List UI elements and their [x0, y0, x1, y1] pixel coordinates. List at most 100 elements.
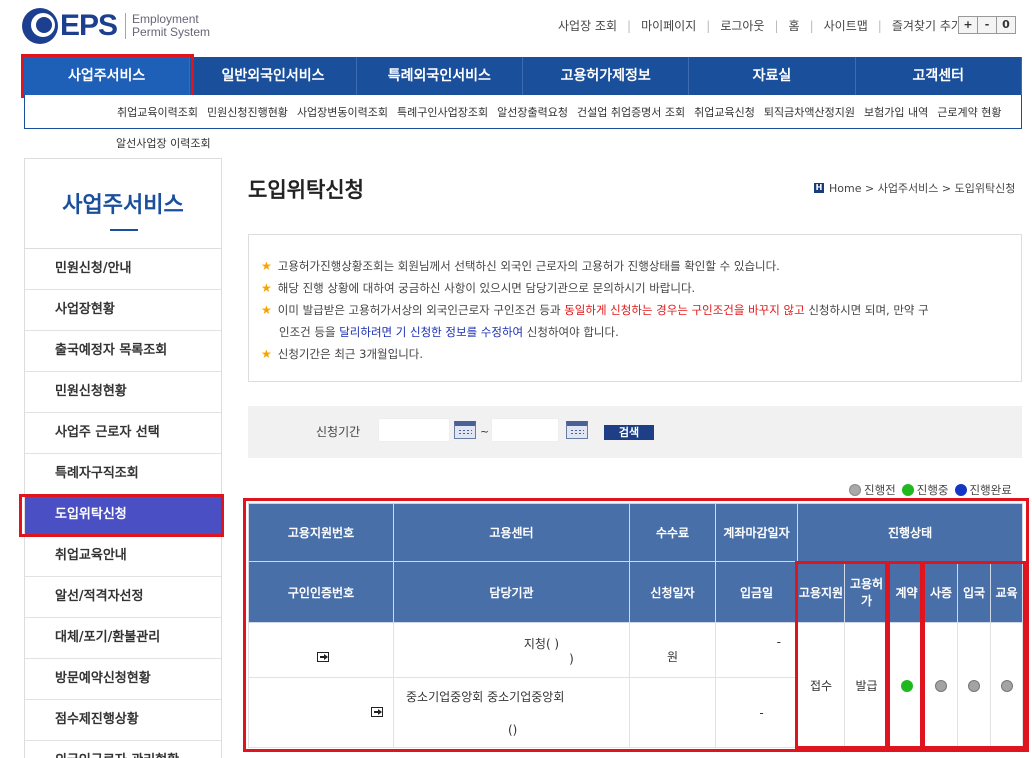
notice-text: 해당 진행 상황에 대하여 궁금하신 사항이 있으시면 담당기관으로 문의하시기…	[277, 281, 696, 295]
sidebar-item[interactable]: 민원신청/안내	[25, 249, 221, 290]
subnav-item[interactable]: 취업교육신청	[694, 104, 755, 120]
notice-text: 신청하여야 합니다.	[523, 325, 619, 339]
sidebar-item[interactable]: 사업장현황	[25, 290, 221, 331]
notice-text: 신청하시면 되며, 만약 구	[804, 303, 929, 317]
status-cell: 접수	[797, 622, 845, 748]
calendar-icon[interactable]	[454, 421, 476, 439]
status-before-icon	[935, 679, 947, 692]
nav-special-foreigner[interactable]: 특례외국인서비스	[357, 57, 523, 95]
application-table: 고용지원번호 고용센터 수수료 계좌마감일자 진행상태 구인인증번호 담당기관 …	[248, 503, 1024, 748]
notice-box: ★ 고용허가진행상황조회는 회원님께서 선택하신 외국인 근로자의 고용허가 진행…	[248, 234, 1022, 382]
col-header: 교육	[989, 561, 1024, 623]
table-cell: -	[715, 677, 798, 748]
status-cell: 발급	[844, 622, 889, 748]
logo-text: EPS	[60, 9, 118, 42]
sidebar: 사업주서비스 민원신청/안내 사업장현황 출국예정자 목록조회 민원신청현황 사…	[24, 158, 222, 758]
go-icon[interactable]	[317, 652, 329, 662]
col-header: 고용지원번호	[248, 503, 394, 562]
home-icon: H	[814, 183, 824, 193]
subnav-item[interactable]: 알선장출력요청	[497, 104, 568, 120]
util-link-home[interactable]: 홈	[779, 17, 810, 34]
util-link-mypage[interactable]: 마이페이지	[631, 17, 706, 34]
status-cell	[957, 622, 991, 748]
sidebar-item[interactable]: 알선/적격자선정	[25, 577, 221, 618]
subnav-item[interactable]: 민원신청진행현황	[207, 104, 288, 120]
table-cell: -	[715, 622, 798, 678]
agency-name: 중소기업중앙회 중소기업중앙회	[406, 690, 565, 704]
zoom-controls: + - 0	[958, 16, 1016, 34]
search-bar: 신청기간 ~ 검색	[248, 406, 1022, 458]
sidebar-item[interactable]: 방문예약신청현황	[25, 659, 221, 700]
subnav-item[interactable]: 취업교육이력조회	[117, 104, 198, 120]
sidebar-item[interactable]: 특례자구직조회	[25, 454, 221, 495]
period-label: 신청기간	[316, 425, 361, 439]
table-cell	[629, 677, 716, 748]
nav-resources[interactable]: 자료실	[689, 57, 856, 95]
subnav-item[interactable]: 특례구인사업장조회	[397, 104, 488, 120]
nav-general-foreigner[interactable]: 일반외국인서비스	[190, 57, 357, 95]
zoom-out-button[interactable]: -	[977, 16, 997, 34]
go-icon[interactable]	[371, 706, 383, 717]
subnav-item[interactable]: 사업장변동이력조회	[297, 104, 388, 120]
notice-text-blue: 달리하려면 기 신청한 정보를 수정하여	[339, 325, 524, 339]
sidebar-item-active[interactable]: 도입위탁신청	[25, 495, 221, 536]
util-link-sitemap[interactable]: 사이트맵	[814, 17, 878, 34]
sidebar-item[interactable]: 점수제진행상황	[25, 700, 221, 741]
end-date-input[interactable]	[491, 418, 559, 442]
sidebar-item[interactable]: 민원신청현황	[25, 372, 221, 413]
sub-nav: 취업교육이력조회 민원신청진행현황 사업장변동이력조회 특례구인사업장조회 알선…	[24, 95, 1022, 129]
search-button[interactable]: 검색	[604, 425, 654, 440]
zoom-reset-button[interactable]: 0	[996, 16, 1016, 34]
page-title: 도입위탁신청	[248, 178, 364, 202]
notice-text: 이미 발급받은 고용허가서상의 외국인근로자 구인조건 등과	[277, 303, 565, 317]
subnav-item-placement-history[interactable]: 알선사업장 이력조회	[116, 135, 211, 151]
status-cell	[888, 622, 925, 748]
sidebar-title: 사업주서비스	[25, 159, 221, 249]
nav-employer-service[interactable]: 사업주서비스	[24, 57, 191, 95]
eps-logo-mark	[22, 8, 58, 44]
breadcrumb-text[interactable]: Home > 사업주서비스 > 도입위탁신청	[829, 180, 1015, 196]
col-header: 입금일	[715, 561, 798, 623]
col-header: 담당기관	[393, 561, 630, 623]
legend-label: 진행완료	[969, 483, 1012, 497]
star-icon: ★	[261, 259, 272, 273]
notice-line: ★ 이미 발급받은 고용허가서상의 외국인근로자 구인조건 등과 동일하게 신청하…	[261, 299, 1009, 343]
subnav-item[interactable]: 건설업 취업증명서 조회	[577, 104, 685, 120]
eps-logo[interactable]: EPS Employment Permit System	[22, 6, 210, 46]
zoom-in-button[interactable]: +	[958, 16, 978, 34]
sidebar-item[interactable]: 출국예정자 목록조회	[25, 331, 221, 372]
nav-customer-center[interactable]: 고객센터	[856, 57, 1022, 95]
notice-text: 신청기간은 최근 3개월입니다.	[277, 347, 424, 361]
subnav-item[interactable]: 근로계약 현황	[937, 104, 1001, 120]
status-legend: 진행전 진행중 진행완료	[843, 482, 1012, 498]
util-link-logout[interactable]: 로그아웃	[710, 17, 774, 34]
sidebar-item[interactable]: 외국인근로자 관리현황	[25, 741, 221, 758]
star-icon: ★	[261, 347, 272, 361]
table-cell: 중소기업중앙회 중소기업중앙회 ()	[393, 677, 630, 748]
agency-name-2: ()	[508, 723, 518, 737]
status-before-icon	[849, 484, 861, 496]
sidebar-item[interactable]: 대체/포기/환불관리	[25, 618, 221, 659]
util-link-workplace[interactable]: 사업장 조회	[548, 17, 627, 34]
col-header: 입국	[957, 561, 991, 623]
col-header: 구인인증번호	[248, 561, 394, 623]
main-nav: 사업주서비스 일반외국인서비스 특례외국인서비스 고용허가제정보 자료실 고객센…	[24, 57, 1022, 95]
table-row: 지청( )) 원 - 접수 발급	[248, 622, 1024, 748]
sidebar-item[interactable]: 취업교육안내	[25, 536, 221, 577]
col-header: 고용지원	[797, 561, 845, 623]
subnav-item[interactable]: 보험가입 내역	[864, 104, 928, 120]
date-range-separator: ~	[480, 425, 490, 438]
status-before-icon	[1000, 679, 1013, 692]
table-header-row: 구인인증번호 담당기관 신청일자 입금일 고용지원 고용허가 계약 사증 입국 …	[248, 561, 1024, 623]
logo-subtitle: Employment Permit System	[125, 13, 210, 39]
nav-eps-info[interactable]: 고용허가제정보	[523, 57, 690, 95]
sidebar-item[interactable]: 사업주 근로자 선택	[25, 413, 221, 454]
status-complete-icon	[954, 484, 967, 496]
utility-nav: 사업장 조회 | 마이페이지 | 로그아웃 | 홈 | 사이트맵 | 즐겨찾기 추가	[548, 17, 972, 34]
subnav-item[interactable]: 퇴직금차액산정지원	[764, 104, 855, 120]
start-date-input[interactable]	[378, 418, 450, 442]
col-header: 고용허가	[844, 561, 889, 623]
logo-subtitle-line2: Permit System	[132, 25, 211, 39]
table-cell	[248, 677, 394, 748]
calendar-icon[interactable]	[566, 421, 588, 439]
